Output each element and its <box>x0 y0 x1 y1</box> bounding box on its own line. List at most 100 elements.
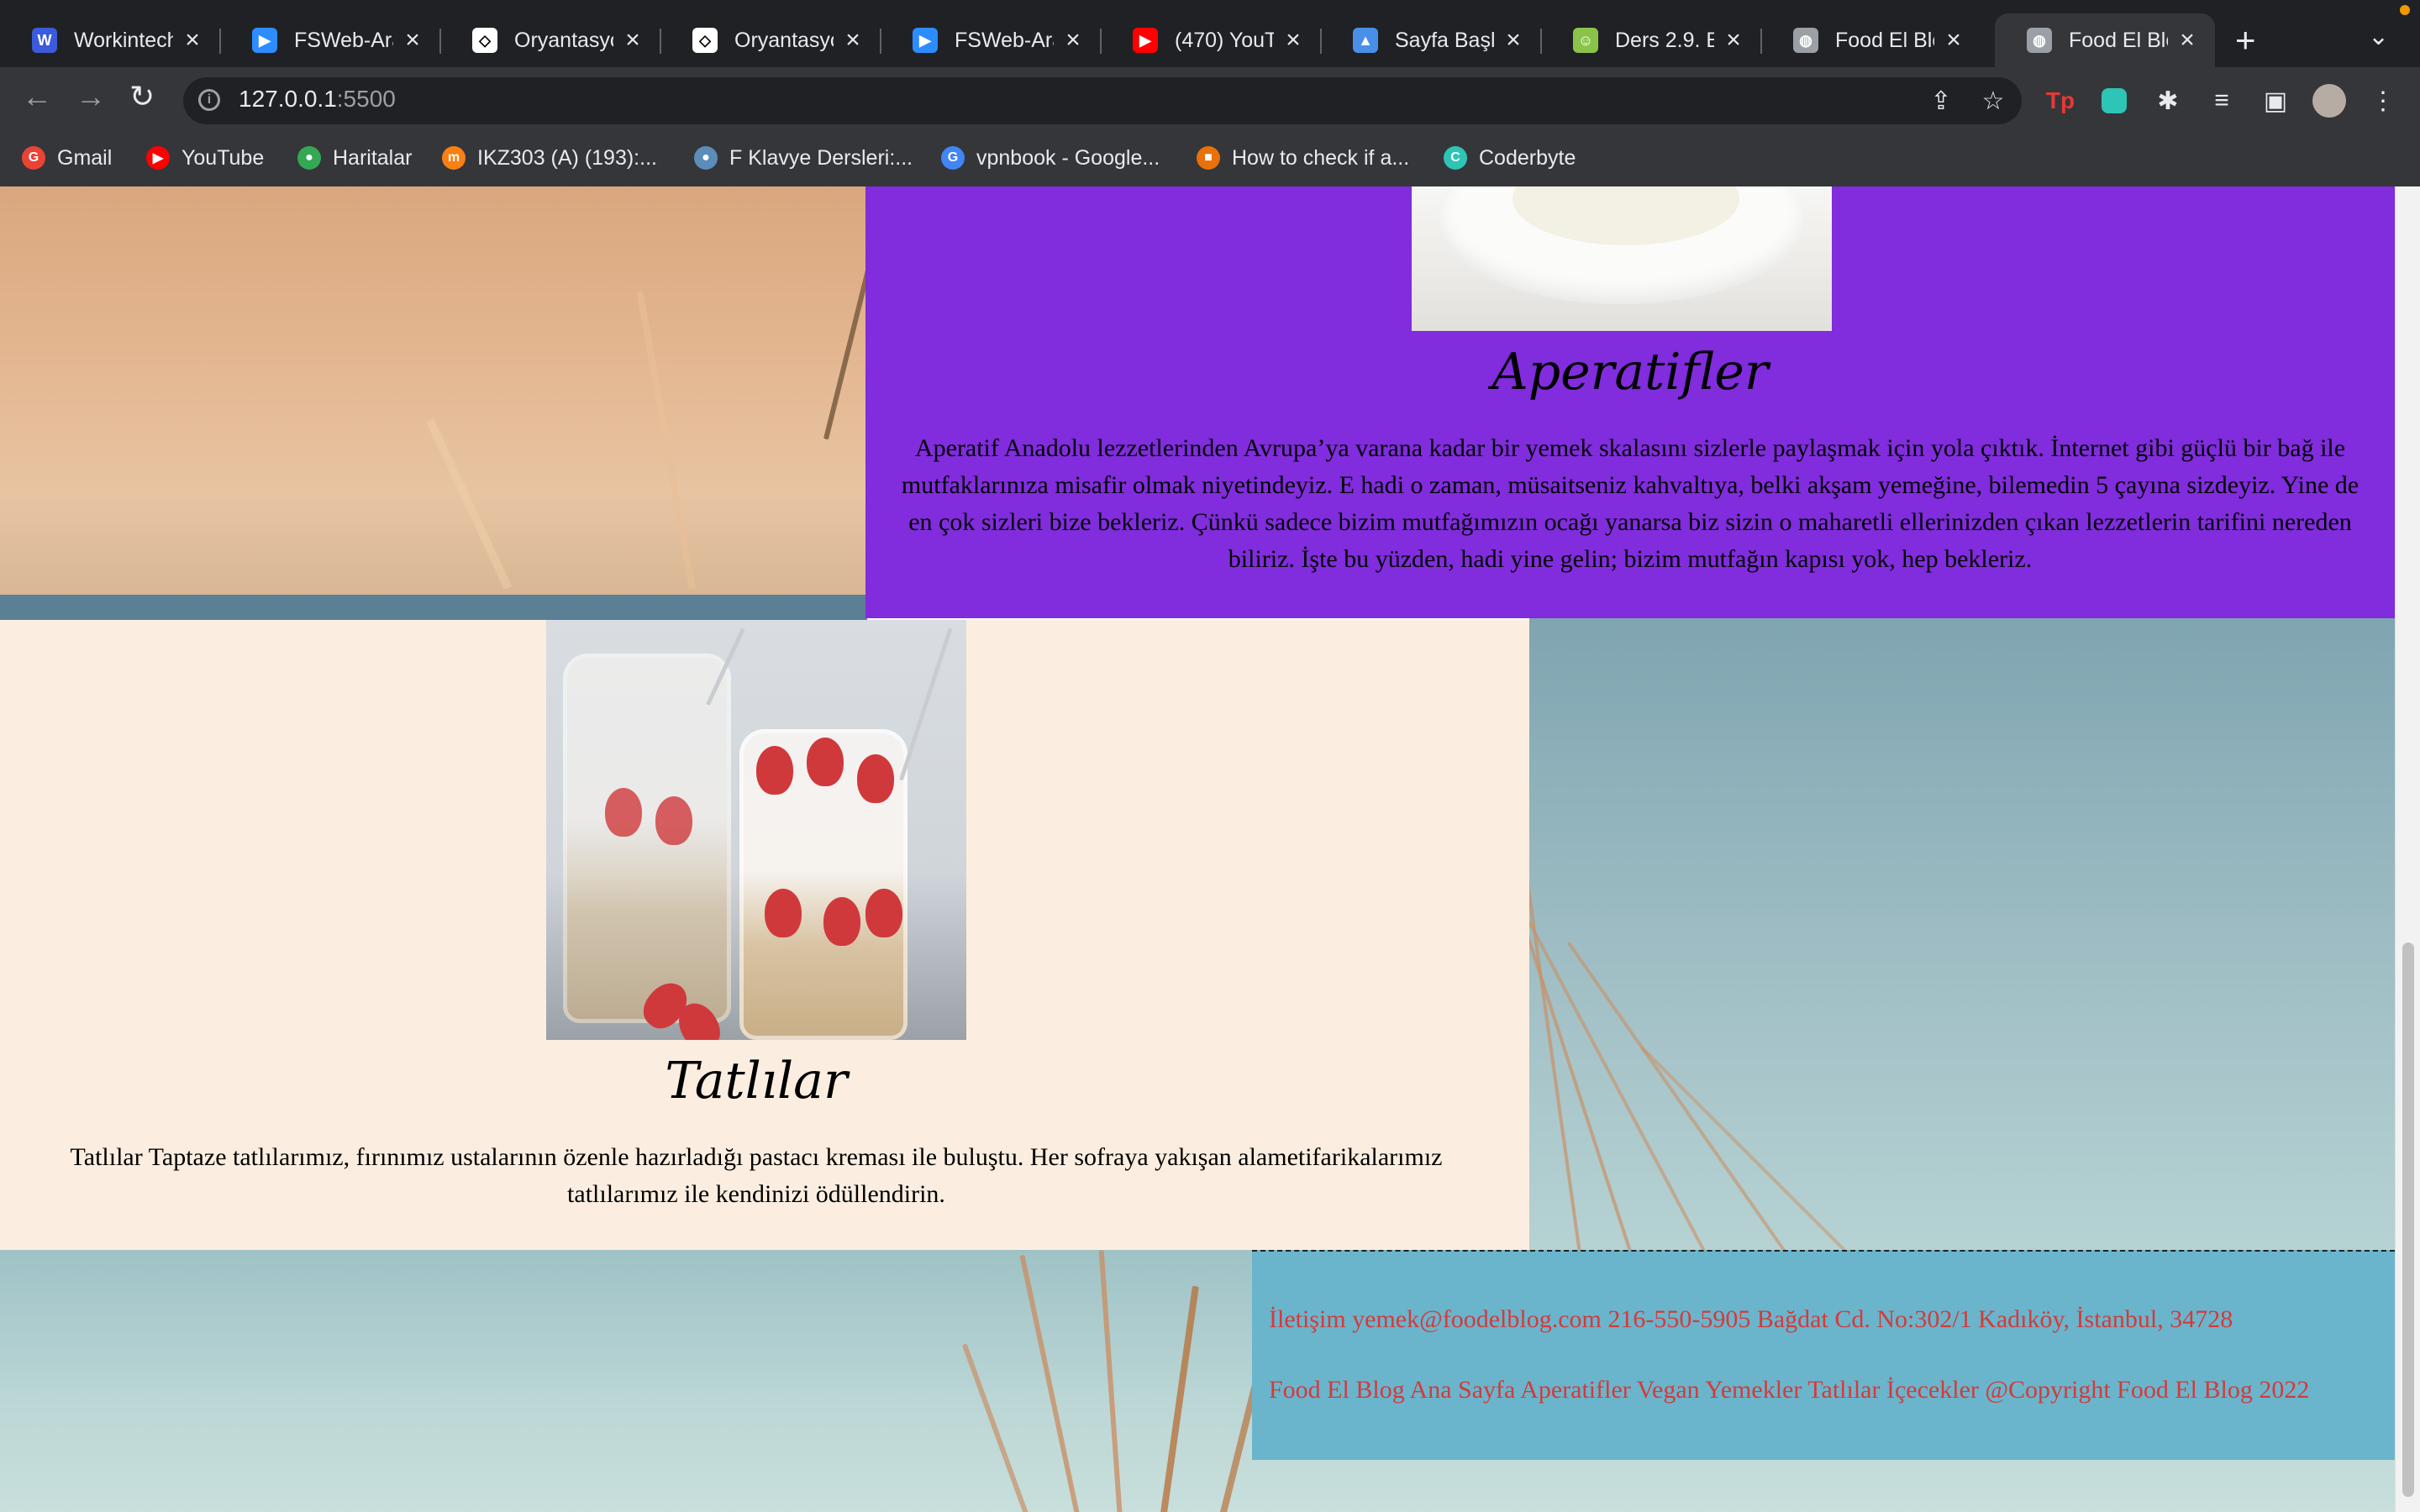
tab-4[interactable]: ◇ Oryantasyon× <box>660 13 881 67</box>
moodle-icon: m <box>442 146 466 170</box>
bookmark-label: YouTube <box>182 145 265 170</box>
globe-icon: ◍ <box>1793 28 1818 53</box>
close-tab-icon[interactable]: × <box>1721 26 1746 55</box>
drop-icon: ● <box>694 146 718 170</box>
extension-teal-icon[interactable] <box>2097 84 2131 118</box>
tab-6[interactable]: ▶ (470) YouTube × <box>1101 13 1321 67</box>
tab-separator <box>1100 29 1102 54</box>
footer: İletişim yemek@foodelblog.com 216-550-59… <box>1252 1250 2395 1460</box>
tab-title: Workintech <box>74 28 173 52</box>
tab-separator <box>880 29 881 54</box>
bookmark-label: Coderbyte <box>1479 145 1576 170</box>
close-tab-icon[interactable]: × <box>1501 26 1526 55</box>
wheat-background-image <box>0 186 890 620</box>
browser-menu-icon[interactable]: ⋮ <box>2366 84 2400 118</box>
workintech-icon: W <box>32 28 57 53</box>
forward-icon[interactable]: → <box>76 79 106 114</box>
footer-links[interactable]: Food El Blog Ana Sayfa Aperatifler Vegan… <box>1269 1376 2309 1404</box>
web-page: Aperatifler Aperatif Anadolu lezzetlerin… <box>0 186 2420 1512</box>
coderbyte-icon: C <box>1444 146 1467 170</box>
bookmark-item[interactable]: ▶ YouTube <box>146 143 264 173</box>
tatlilar-text: Tatlılar Taptaze tatlılarımız, fırınımız… <box>70 1143 1443 1208</box>
google-icon: G <box>941 146 965 170</box>
aperatifler-image <box>1412 186 1832 331</box>
tab-9[interactable]: ◍ Food El Blog × <box>1761 13 1981 67</box>
tab-title: Food El Blog <box>1835 28 1934 52</box>
bookmark-item[interactable]: ● F Klavye Dersleri:... <box>694 143 913 173</box>
close-tab-icon[interactable]: × <box>1941 26 1966 55</box>
bookmark-label: Gmail <box>57 145 113 170</box>
back-icon[interactable]: ← <box>22 79 52 114</box>
extension-tp-icon[interactable]: Tp <box>2044 84 2077 118</box>
bookmark-item[interactable]: ● Haritalar <box>297 143 412 173</box>
media-control-icon[interactable]: ≡ <box>2205 84 2238 118</box>
tatlilar-image <box>546 620 966 1040</box>
page-scrollbar[interactable] <box>2395 186 2420 1512</box>
codepen-icon: ◇ <box>692 28 718 53</box>
reload-icon[interactable]: ↻ <box>129 79 155 114</box>
share-icon[interactable]: ⇪ <box>1924 84 1958 118</box>
avatar-icon: ☺ <box>1573 28 1598 53</box>
tab-search-icon[interactable]: ⌄ <box>2368 22 2389 51</box>
youtube-icon: ▶ <box>146 146 170 170</box>
google-icon: G <box>22 146 45 170</box>
close-tab-icon[interactable]: × <box>2175 26 2200 55</box>
bookmark-label: IKZ303 (A) (193):... <box>477 145 657 170</box>
youtube-icon: ▶ <box>1133 28 1158 53</box>
tab-title: FSWeb-Aral <box>294 28 393 52</box>
close-tab-icon[interactable]: × <box>400 26 425 55</box>
new-tab-button[interactable]: + <box>2235 20 2256 60</box>
aperatifler-title: Aperatifler <box>1491 343 1769 402</box>
profile-notification-dot <box>2400 5 2410 15</box>
tab-separator <box>1760 29 1762 54</box>
close-tab-icon[interactable]: × <box>840 26 865 55</box>
tab-5[interactable]: ▶ FSWeb-Aral× <box>881 13 1101 67</box>
tab-strip: WWorkintech×▶FSWeb-Aral×◇Oryantasyon×◇Or… <box>0 0 2420 67</box>
close-tab-icon[interactable]: × <box>180 26 205 55</box>
tab-3[interactable]: ◇ Oryantasyon × <box>440 13 660 67</box>
zoom-icon: ▶ <box>252 28 277 53</box>
bookmark-item[interactable]: C Coderbyte <box>1444 143 1576 173</box>
tab-1[interactable]: W Workintech × <box>0 13 220 67</box>
tab-title: Oryantasyon <box>734 28 834 52</box>
bookmark-label: F Klavye Dersleri:... <box>729 145 913 170</box>
bookmark-item[interactable]: Gvpnbook - Google... <box>941 143 1160 173</box>
footer-contact: İletişim yemek@foodelblog.com 216-550-59… <box>1269 1305 2233 1333</box>
scrollbar-thumb[interactable] <box>2402 942 2414 1497</box>
extensions-puzzle-icon[interactable]: ✱ <box>2151 84 2185 118</box>
tab-10[interactable]: ◍ Food El Blog × <box>1995 13 2215 67</box>
bookmark-label: vpnbook - Google... <box>976 145 1160 170</box>
close-tab-icon[interactable]: × <box>1060 26 1086 55</box>
profile-avatar[interactable] <box>2312 84 2346 118</box>
site-info-icon[interactable]: i <box>198 89 220 111</box>
close-tab-icon[interactable]: × <box>620 26 645 55</box>
side-panel-icon[interactable]: ▣ <box>2259 84 2292 118</box>
tab-separator <box>1540 29 1542 54</box>
address-bar[interactable] <box>183 77 2022 124</box>
tab-7[interactable]: ▲ Sayfa Başlık × <box>1321 13 1541 67</box>
zoom-icon: ▶ <box>913 28 938 53</box>
tab-8[interactable]: ☺ Ders 2.9. En × <box>1541 13 1761 67</box>
bookmark-item[interactable]: ■ How to check if a... <box>1197 143 1409 173</box>
maps-icon: ● <box>297 146 321 170</box>
tatlilar-title: Tatlılar <box>665 1052 848 1110</box>
tab-title: Ders 2.9. En <box>1615 28 1714 52</box>
aperatifler-text: Aperatif Anadolu lezzetlerinden Avrupa’y… <box>901 434 2360 573</box>
bookmark-icon: ■ <box>1197 146 1220 170</box>
tab-separator <box>219 29 221 54</box>
tab-title: Food El Blog <box>2069 28 2168 52</box>
tab-separator <box>1320 29 1322 54</box>
sky-wheat-background-image <box>1529 618 2395 1250</box>
bookmark-label: Haritalar <box>333 145 413 170</box>
tab-2[interactable]: ▶ FSWeb-Aral × <box>220 13 440 67</box>
tab-title: Sayfa Başlık <box>1395 28 1494 52</box>
aperatifler-section: Aperatifler Aperatif Anadolu lezzetlerin… <box>865 186 2395 618</box>
bookmark-star-icon[interactable]: ☆ <box>1976 84 2010 118</box>
bookmark-item[interactable]: G Gmail <box>22 143 112 173</box>
bookmark-item[interactable]: m IKZ303 (A) (193):... <box>442 143 657 173</box>
close-tab-icon[interactable]: × <box>1281 26 1306 55</box>
bookmark-label: How to check if a... <box>1232 145 1410 170</box>
tab-title: (470) YouTube <box>1175 28 1274 52</box>
url-text[interactable]: 127.0.0.1:5500 <box>239 86 396 113</box>
tab-title: Oryantasyon <box>514 28 613 52</box>
